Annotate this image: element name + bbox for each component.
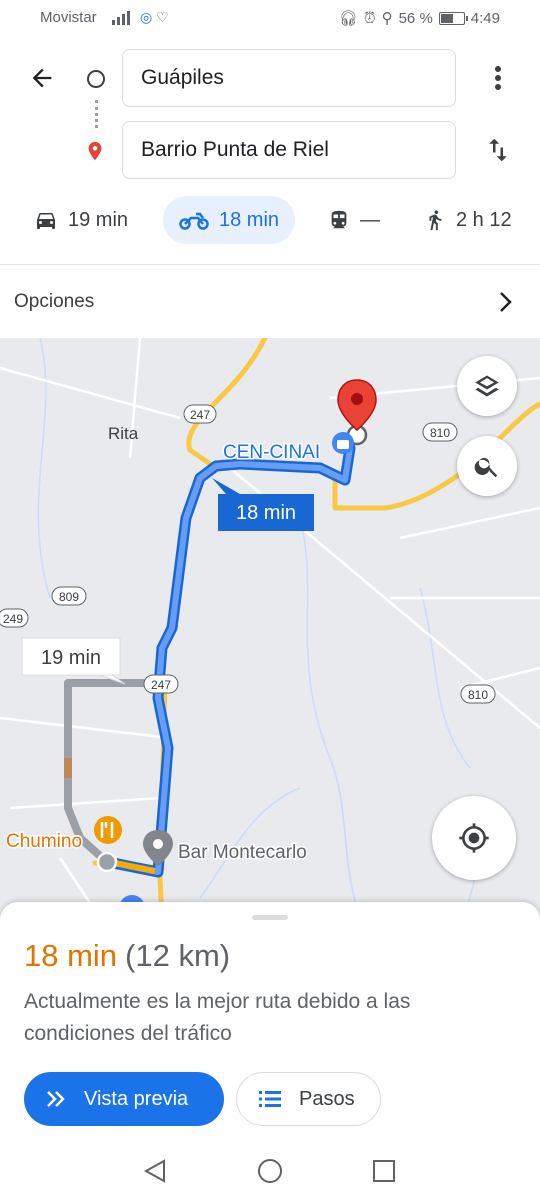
battery-percent: 56 % <box>398 9 433 27</box>
back-button[interactable] <box>22 58 62 98</box>
place-label-cen-cinai: CEN-CINAI <box>223 442 320 463</box>
divider <box>0 264 540 265</box>
preview-button[interactable]: Vista previa <box>24 1072 224 1126</box>
list-icon <box>259 1091 281 1107</box>
route-options-row[interactable]: Opciones <box>0 266 540 338</box>
swap-route-button[interactable] <box>478 130 518 170</box>
road-shield-247-south: 247 <box>143 674 179 694</box>
alternate-route-time-bubble: 19 min <box>21 637 126 685</box>
clock: 4:49 <box>470 9 500 27</box>
primary-route-time-bubble: 18 min <box>212 478 314 531</box>
double-chevron-icon <box>47 1091 65 1107</box>
alarm-icon: ⏰︎ <box>363 9 376 27</box>
road-shield-810-south: 810 <box>460 684 496 704</box>
origin-field[interactable]: Guápiles <box>122 49 456 107</box>
place-label-bar-montecarlo: Bar Montecarlo <box>178 842 307 863</box>
status-bar: Movistar ◎ ♡ 🎧︎ ⏰︎ ⚲ 56 % 4:49 <box>0 0 540 36</box>
system-navigation-bar <box>0 1146 540 1200</box>
restaurant-poi-icon <box>94 816 122 844</box>
destination-pin-icon <box>84 138 106 169</box>
mode-transit-time: — <box>360 208 380 231</box>
svg-text:809: 809 <box>59 590 79 604</box>
my-location-button[interactable] <box>432 796 516 880</box>
cen-cinai-poi-icon <box>332 432 354 454</box>
origin-text: Guápiles <box>141 66 224 89</box>
route-description: Actualmente es la mejor ruta debido a la… <box>24 990 411 1045</box>
route-start-marker <box>96 851 118 873</box>
motorcycle-icon <box>179 212 209 230</box>
route-dots <box>95 100 98 128</box>
map-search-button[interactable] <box>457 436 517 496</box>
search-icon <box>474 457 498 478</box>
svg-text:19 min: 19 min <box>41 647 101 669</box>
maps-directions-screen: Movistar ◎ ♡ 🎧︎ ⏰︎ ⚲ 56 % 4:49 Guápiles … <box>0 0 540 1200</box>
eta-distance: (12 km) <box>125 938 231 973</box>
destination-text: Barrio Punta de Riel <box>141 138 329 161</box>
road-shield-249: 249 <box>0 608 29 628</box>
svg-text:247: 247 <box>151 678 171 692</box>
walk-icon <box>429 210 442 231</box>
car-icon <box>37 213 55 229</box>
notification-icons: ◎ ♡ <box>140 9 169 25</box>
steps-button[interactable]: Pasos <box>236 1072 381 1126</box>
road-shield-247-north: 247 <box>183 404 217 424</box>
travel-mode-tabs: 19 min 18 min — 2 h 12 <box>0 196 540 248</box>
mode-walking[interactable]: 2 h 12 <box>424 196 512 244</box>
layers-icon <box>475 375 499 397</box>
destination-field[interactable]: Barrio Punta de Riel <box>122 121 456 179</box>
route-eta: 18 min (12 km) <box>24 938 230 974</box>
mode-motorcycle[interactable]: 18 min <box>163 196 296 244</box>
nav-back-icon[interactable] <box>142 1158 168 1184</box>
steps-button-label: Pasos <box>299 1087 355 1110</box>
svg-text:810: 810 <box>430 426 450 440</box>
place-label-chumino: Chumino <box>6 831 82 852</box>
place-label-rita: Rita <box>108 424 139 443</box>
svg-text:247: 247 <box>190 408 210 422</box>
mode-driving-time: 19 min <box>68 208 129 231</box>
bar-poi-icon <box>143 830 173 866</box>
map-view[interactable]: 247 810 809 249 247 810 Rita CEN-CINAI C… <box>0 338 540 918</box>
mode-transit[interactable]: — <box>328 196 380 244</box>
svg-text:810: 810 <box>468 688 488 702</box>
signal-icon <box>110 11 134 29</box>
sheet-drag-handle[interactable] <box>252 915 288 920</box>
mode-motorcycle-time: 18 min <box>219 208 280 231</box>
road-shield-810-east: 810 <box>422 422 458 442</box>
mode-driving[interactable]: 19 min <box>34 196 128 244</box>
transit-icon <box>331 210 347 229</box>
svg-text:249: 249 <box>3 612 23 626</box>
preview-button-label: Vista previa <box>84 1087 189 1110</box>
swap-vert-icon <box>489 138 507 162</box>
destination-map-pin-icon <box>337 379 377 431</box>
nav-recents-icon[interactable] <box>372 1159 396 1183</box>
origin-dot-icon <box>87 70 105 88</box>
options-label: Opciones <box>14 291 95 312</box>
back-arrow-icon <box>32 68 52 88</box>
location-icon: ⚲ <box>381 10 393 27</box>
headset-icon: 🎧︎ <box>338 10 358 27</box>
battery-icon <box>438 11 468 25</box>
more-options-button[interactable] <box>478 58 518 98</box>
svg-text:18 min: 18 min <box>236 502 296 524</box>
road-shield-809: 809 <box>51 586 87 606</box>
eta-time: 18 min <box>24 938 118 973</box>
my-location-icon <box>459 823 489 853</box>
layers-button[interactable] <box>457 356 517 416</box>
chevron-right-icon <box>500 292 512 312</box>
mode-walking-time: 2 h 12 <box>456 208 512 231</box>
carrier-name: Movistar <box>40 9 97 26</box>
more-vert-icon <box>495 66 501 90</box>
nav-home-icon[interactable] <box>257 1158 283 1184</box>
